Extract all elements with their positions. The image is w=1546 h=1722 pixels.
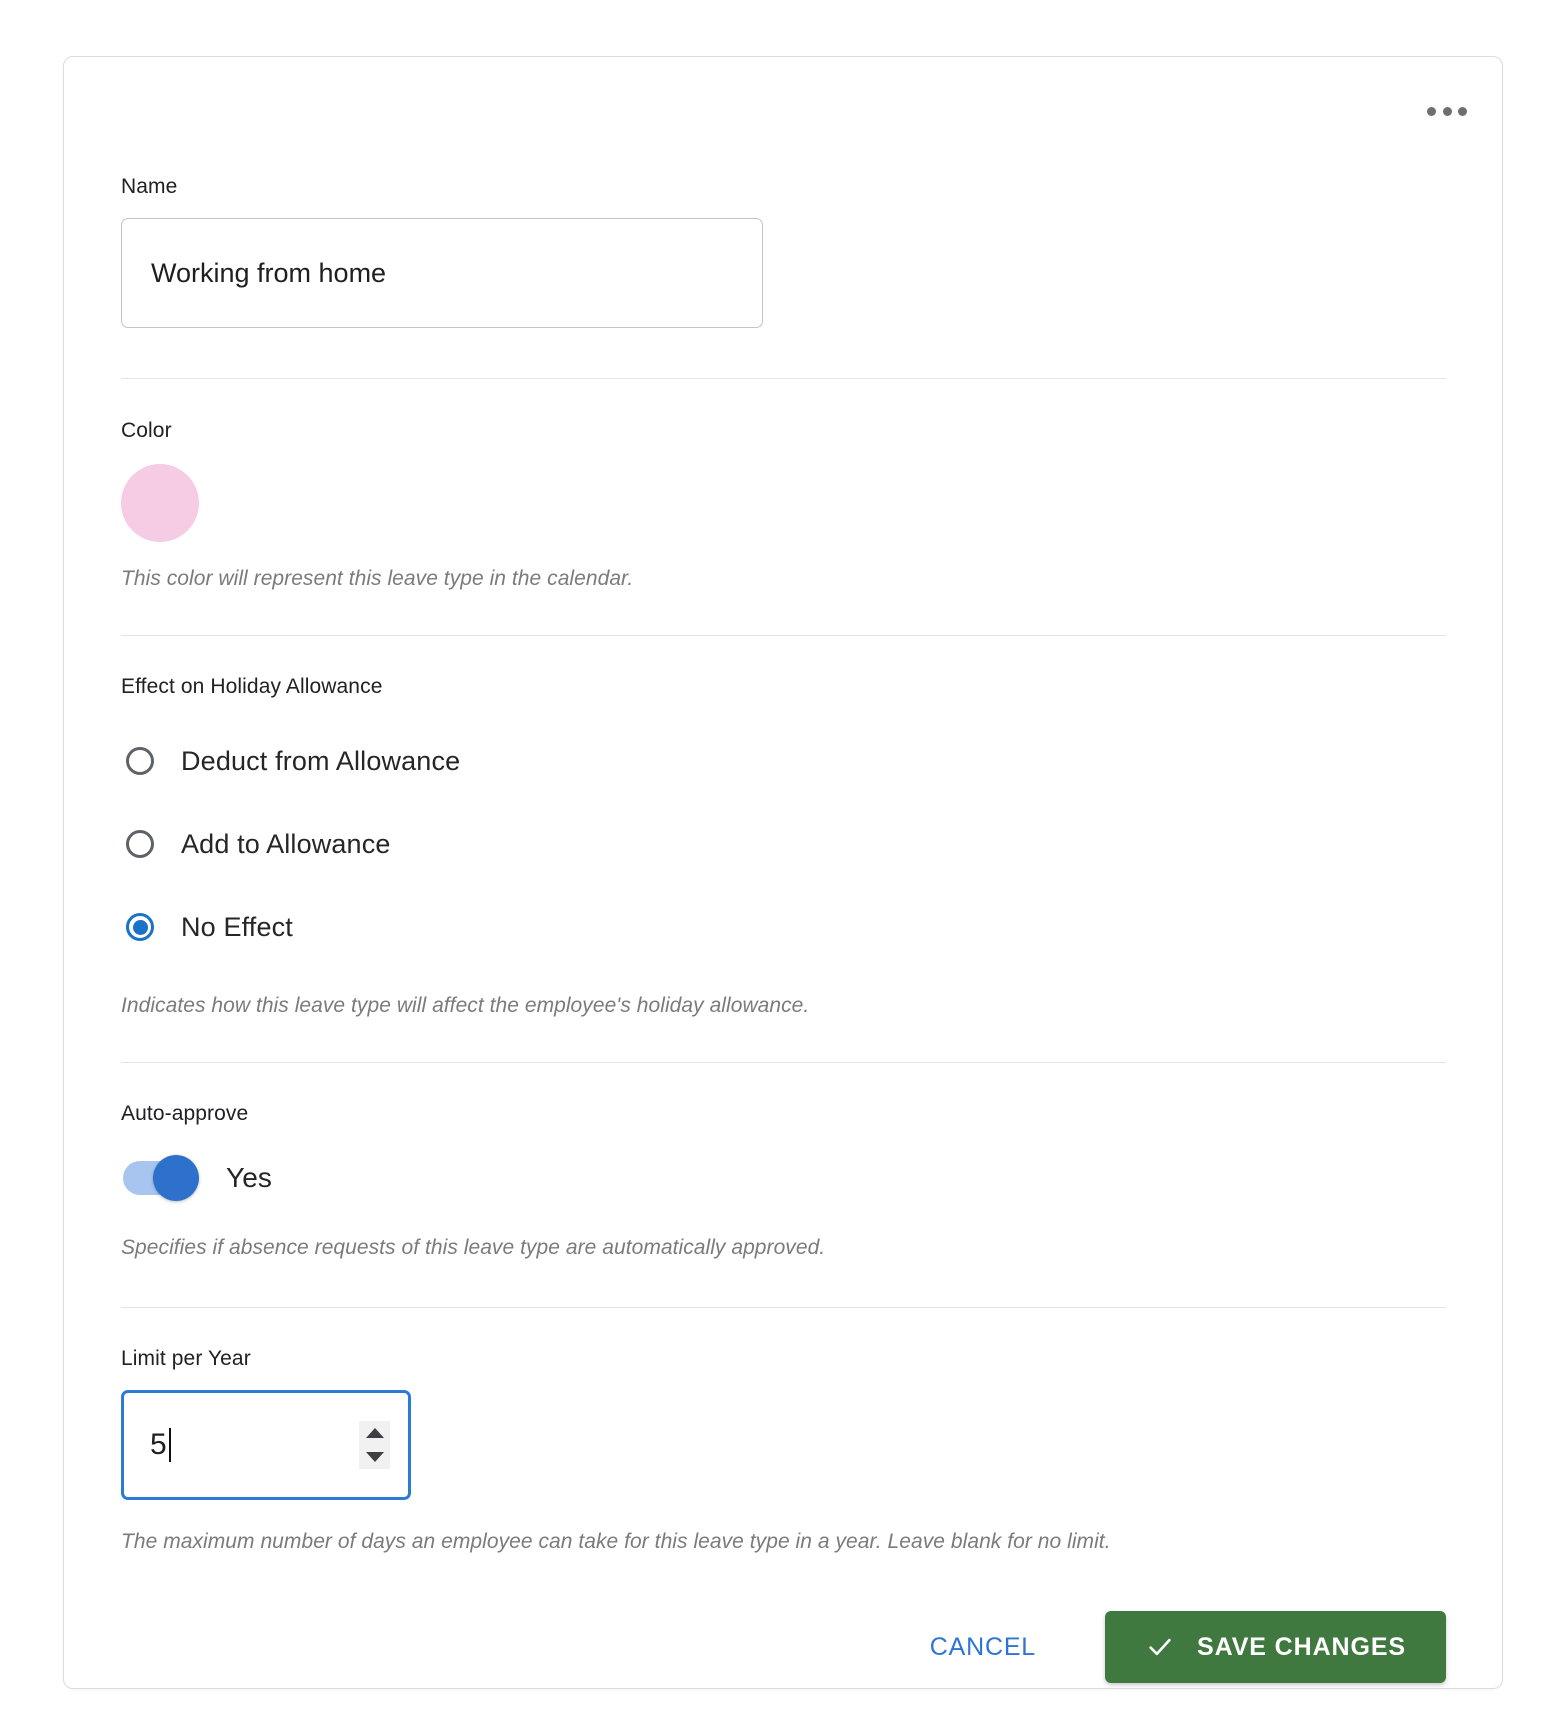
- radio-option-deduct-from-allowance[interactable]: Deduct from Allowance: [121, 732, 809, 790]
- limit-stepper[interactable]: [359, 1421, 390, 1469]
- save-changes-button[interactable]: SAVE CHANGES: [1105, 1611, 1446, 1683]
- check-icon: [1149, 1638, 1171, 1656]
- color-label: Color: [121, 419, 172, 442]
- limit-field-group: Limit per Year 5 The maximum number of d…: [121, 1348, 1111, 1555]
- radio-icon-no-effect: [126, 913, 154, 941]
- save-changes-label: SAVE CHANGES: [1197, 1632, 1406, 1661]
- radio-option-add-to-allowance[interactable]: Add to Allowance: [121, 815, 809, 873]
- name-field-group: Name Working from home: [121, 176, 763, 328]
- limit-input[interactable]: 5: [121, 1390, 411, 1500]
- auto-approve-field-group: Auto-approve Yes Specifies if absence re…: [121, 1103, 825, 1261]
- color-field-group: Color This color will represent this lea…: [121, 420, 633, 592]
- more-dot-1: [1427, 106, 1436, 116]
- limit-label: Limit per Year: [121, 1347, 251, 1370]
- caret-down-icon[interactable]: [365, 1452, 384, 1462]
- caret-up-icon[interactable]: [365, 1428, 384, 1438]
- form-actions: CANCEL SAVE CHANGES: [121, 1611, 1446, 1683]
- radio-label-no-effect: No Effect: [181, 911, 293, 942]
- limit-helper-text: The maximum number of days an employee c…: [121, 1530, 1111, 1553]
- divider-after-name: [121, 378, 1446, 379]
- auto-approve-toggle[interactable]: [123, 1155, 199, 1201]
- auto-approve-toggle-row: Yes: [121, 1152, 825, 1204]
- radio-dot-no-effect: [132, 919, 148, 935]
- effect-helper-text: Indicates how this leave type will affec…: [121, 994, 810, 1017]
- divider-after-effect: [121, 1062, 1446, 1063]
- auto-approve-label: Auto-approve: [121, 1102, 249, 1125]
- radio-label-deduct: Deduct from Allowance: [181, 745, 461, 776]
- color-helper-text: This color will represent this leave typ…: [121, 567, 634, 590]
- leave-type-edit-card: Name Working from home Color This color …: [63, 56, 1503, 1689]
- name-input[interactable]: Working from home: [121, 218, 763, 328]
- cancel-button[interactable]: CANCEL: [908, 1619, 1058, 1676]
- auto-approve-toggle-label: Yes: [226, 1162, 272, 1193]
- effect-radio-group: Deduct from Allowance Add to Allowance N…: [121, 732, 809, 956]
- more-horizontal-icon[interactable]: [1424, 97, 1470, 125]
- name-label: Name: [121, 175, 178, 198]
- toggle-thumb: [153, 1155, 199, 1201]
- limit-input-value: 5: [150, 1428, 171, 1462]
- limit-input-text: 5: [150, 1428, 167, 1461]
- radio-icon-add: [126, 830, 154, 858]
- effect-label: Effect on Holiday Allowance: [121, 675, 383, 698]
- radio-option-no-effect[interactable]: No Effect: [121, 898, 809, 956]
- text-caret: [168, 1428, 171, 1462]
- divider-after-auto-approve: [121, 1307, 1446, 1308]
- page-root: Name Working from home Color This color …: [0, 0, 1546, 1722]
- color-swatch[interactable]: [121, 464, 199, 542]
- effect-field-group: Effect on Holiday Allowance Deduct from …: [121, 676, 809, 1019]
- divider-after-color: [121, 635, 1446, 636]
- more-dot-2: [1442, 106, 1452, 116]
- radio-label-add: Add to Allowance: [181, 828, 391, 859]
- radio-icon-deduct: [126, 747, 154, 775]
- auto-approve-helper-text: Specifies if absence requests of this le…: [121, 1236, 826, 1259]
- more-dot-3: [1458, 106, 1467, 116]
